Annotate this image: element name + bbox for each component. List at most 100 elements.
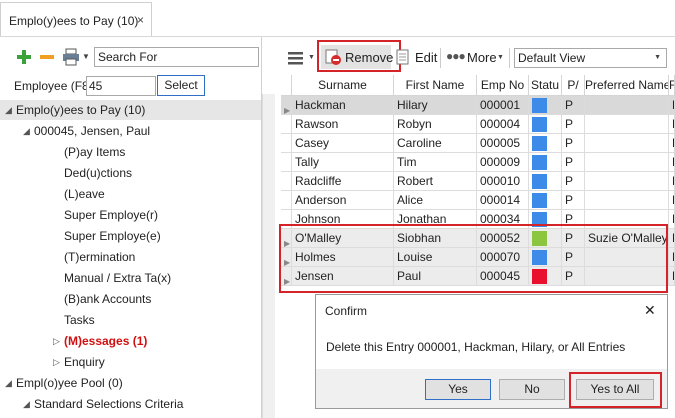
chevron-down-icon[interactable]: ▼: [308, 54, 315, 61]
row-indicator[interactable]: [281, 191, 292, 210]
expand-arrow-icon[interactable]: ◢: [23, 126, 30, 137]
close-icon[interactable]: ✕: [644, 302, 656, 319]
cell-pref[interactable]: [585, 96, 669, 115]
cell-p[interactable]: P: [562, 115, 585, 134]
table-row[interactable]: RawsonRobyn000004 P F: [281, 115, 675, 134]
status-cell[interactable]: [529, 191, 562, 210]
collapse-arrow-icon[interactable]: ▷: [53, 357, 60, 368]
view-select[interactable]: Default View ▼: [514, 48, 667, 68]
cell-first[interactable]: Alice: [394, 191, 477, 210]
cell-f[interactable]: F: [669, 96, 675, 115]
cell-pref[interactable]: [585, 172, 669, 191]
cell-p[interactable]: P: [562, 172, 585, 191]
table-row[interactable]: ▶HackmanHilary000001 P F: [281, 96, 675, 115]
row-indicator[interactable]: [281, 153, 292, 172]
cell-first[interactable]: Tim: [394, 153, 477, 172]
cell-surname[interactable]: Casey: [292, 134, 394, 153]
tree-item[interactable]: Enquiry: [64, 352, 105, 372]
table-row[interactable]: RadcliffeRobert000010 P F: [281, 172, 675, 191]
cell-first[interactable]: Hilary: [394, 96, 477, 115]
cell-f[interactable]: F: [669, 267, 675, 286]
search-input[interactable]: Search For: [94, 47, 259, 67]
tree-item[interactable]: Emplo(y)ees to Pay (10): [16, 100, 145, 120]
column-header[interactable]: Statu: [529, 75, 562, 96]
no-button[interactable]: No: [499, 379, 565, 400]
tree-item[interactable]: Manual / Extra Ta(x): [64, 268, 171, 288]
menu-icon[interactable]: [288, 51, 304, 65]
row-indicator[interactable]: [281, 115, 292, 134]
cell-empno[interactable]: 000004: [477, 115, 529, 134]
table-row[interactable]: CaseyCaroline000005 P F: [281, 134, 675, 153]
chevron-down-icon[interactable]: ▼: [497, 54, 504, 61]
cell-f[interactable]: F: [669, 210, 675, 229]
expand-arrow-icon[interactable]: ◢: [23, 399, 30, 410]
row-indicator[interactable]: [281, 172, 292, 191]
employee-field[interactable]: 45: [86, 76, 156, 96]
tree-item[interactable]: (T)ermination: [64, 247, 135, 267]
cell-empno[interactable]: 000005: [477, 134, 529, 153]
column-header[interactable]: F: [669, 75, 675, 96]
cell-surname[interactable]: Hackman: [292, 96, 394, 115]
status-cell[interactable]: [529, 96, 562, 115]
status-cell[interactable]: [529, 153, 562, 172]
tree-item[interactable]: Tasks: [64, 310, 95, 330]
table-row[interactable]: TallyTim000009 P F: [281, 153, 675, 172]
edit-icon[interactable]: [396, 49, 410, 65]
table-row[interactable]: AndersonAlice000014 P F: [281, 191, 675, 210]
select-button[interactable]: Select: [157, 75, 205, 96]
column-header[interactable]: P/: [562, 75, 585, 96]
add-icon[interactable]: [16, 49, 32, 65]
expand-arrow-icon[interactable]: ◢: [5, 378, 12, 389]
tree-item[interactable]: (L)eave: [64, 184, 105, 204]
cell-surname[interactable]: Radcliffe: [292, 172, 394, 191]
close-icon[interactable]: ×: [137, 13, 144, 27]
cell-surname[interactable]: Rawson: [292, 115, 394, 134]
tree-item[interactable]: Super Employe(r): [64, 205, 158, 225]
cell-pref[interactable]: [585, 134, 669, 153]
column-header[interactable]: First Name: [394, 75, 477, 96]
cell-first[interactable]: Robyn: [394, 115, 477, 134]
cell-empno[interactable]: 000014: [477, 191, 529, 210]
tree-item[interactable]: (P)ay Items: [64, 142, 125, 162]
cell-surname[interactable]: Anderson: [292, 191, 394, 210]
cell-first[interactable]: Robert: [394, 172, 477, 191]
cell-f[interactable]: F: [669, 115, 675, 134]
column-header[interactable]: Preferred Name: [585, 75, 669, 96]
tree-item[interactable]: Ded(u)ctions: [64, 163, 132, 183]
tree-item[interactable]: 000045, Jensen, Paul: [34, 121, 150, 141]
expand-arrow-icon[interactable]: ◢: [5, 105, 12, 116]
cell-f[interactable]: F: [669, 172, 675, 191]
cell-pref[interactable]: [585, 115, 669, 134]
tree-item[interactable]: (B)ank Accounts: [64, 289, 151, 309]
cell-p[interactable]: P: [562, 134, 585, 153]
cell-f[interactable]: F: [669, 134, 675, 153]
chevron-down-icon[interactable]: ▼: [82, 52, 90, 61]
cell-f[interactable]: F: [669, 248, 675, 267]
column-header[interactable]: Surname: [292, 75, 394, 96]
cell-p[interactable]: P: [562, 191, 585, 210]
status-cell[interactable]: [529, 134, 562, 153]
edit-button[interactable]: Edit: [415, 50, 437, 65]
cell-first[interactable]: Caroline: [394, 134, 477, 153]
collapse-arrow-icon[interactable]: ▷: [53, 336, 60, 347]
tree-item[interactable]: (M)essages (1): [64, 331, 147, 351]
row-indicator[interactable]: ▶: [281, 96, 292, 115]
more-button[interactable]: More: [467, 50, 497, 65]
tree-item[interactable]: Empl(o)yee Pool (0): [16, 373, 123, 393]
cell-pref[interactable]: [585, 153, 669, 172]
cell-pref[interactable]: [585, 191, 669, 210]
tree-item[interactable]: Super Employe(e): [64, 226, 161, 246]
cell-surname[interactable]: Tally: [292, 153, 394, 172]
status-cell[interactable]: [529, 115, 562, 134]
column-header[interactable]: Emp No: [477, 75, 529, 96]
cell-f[interactable]: F: [669, 191, 675, 210]
yes-button[interactable]: Yes: [425, 379, 491, 400]
cell-p[interactable]: P: [562, 96, 585, 115]
cell-empno[interactable]: 000010: [477, 172, 529, 191]
grid-scrollbar[interactable]: [262, 94, 275, 418]
tab-employees-to-pay[interactable]: Emplo(y)ees to Pay (10) ×: [0, 2, 152, 36]
status-cell[interactable]: [529, 172, 562, 191]
cell-empno[interactable]: 000009: [477, 153, 529, 172]
printer-icon[interactable]: [62, 48, 80, 66]
row-indicator[interactable]: [281, 134, 292, 153]
